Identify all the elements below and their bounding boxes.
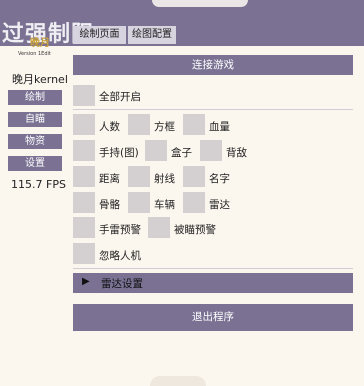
checkbox-distance[interactable] <box>73 166 95 187</box>
checkbox-skeleton[interactable] <box>73 192 95 213</box>
label-box: 方框 <box>154 121 175 133</box>
app-logo: 晚月 Version 1Edit <box>18 34 58 62</box>
exit-program-button[interactable]: 退出程序 <box>73 304 353 331</box>
bottom-handle <box>150 376 206 386</box>
label-held-item: 手持(图) <box>99 147 139 159</box>
label-vehicle: 车辆 <box>154 199 175 211</box>
checkbox-back[interactable] <box>200 140 222 161</box>
checkbox-held-item[interactable] <box>73 140 95 161</box>
checkbox-box[interactable] <box>128 114 150 135</box>
app-title: 晚月kernel <box>12 73 68 86</box>
checkbox-person-count[interactable] <box>73 114 95 135</box>
sidebar-item-draw[interactable]: 绘制 <box>8 90 62 105</box>
sidebar-item-aimbot[interactable]: 自瞄 <box>8 112 62 127</box>
label-grenade-warning: 手雷预警 <box>99 224 141 236</box>
label-ignore-bots: 忽略人机 <box>99 250 141 262</box>
label-ray: 射线 <box>154 173 175 185</box>
checkbox-name[interactable] <box>183 166 205 187</box>
connect-game-button[interactable]: 连接游戏 <box>73 55 353 75</box>
tab-draw-config[interactable]: 绘图配置 <box>128 26 176 44</box>
radar-settings-collapsible[interactable]: ▶ 雷达设置 <box>73 273 353 293</box>
expand-arrow-icon: ▶ <box>82 276 90 287</box>
checkbox-ignore-bots[interactable] <box>73 243 95 264</box>
radar-settings-label: 雷达设置 <box>101 278 143 290</box>
window-drag-handle[interactable] <box>152 0 248 7</box>
checkbox-radar[interactable] <box>183 192 205 213</box>
checkbox-ray[interactable] <box>128 166 150 187</box>
label-person-count: 人数 <box>99 121 120 133</box>
label-back: 背敌 <box>226 147 247 159</box>
checkbox-grenade-warning[interactable] <box>73 217 95 238</box>
fps-counter: 115.7 FPS <box>11 178 66 191</box>
sidebar-item-settings[interactable]: 设置 <box>8 156 62 171</box>
label-all-on: 全部开启 <box>99 91 141 103</box>
logo-text: 晚月 <box>30 38 50 49</box>
sidebar-item-items[interactable]: 物资 <box>8 134 62 149</box>
checkbox-all-on[interactable] <box>73 85 95 106</box>
label-crate: 盒子 <box>171 147 192 159</box>
label-health: 血量 <box>209 121 230 133</box>
divider <box>73 268 353 269</box>
checkbox-crate[interactable] <box>145 140 167 161</box>
checkbox-aimed-warning[interactable] <box>148 217 170 238</box>
label-aimed-warning: 被瞄预警 <box>174 224 216 236</box>
logo-version: Version 1Edit <box>18 51 51 57</box>
checkbox-health[interactable] <box>183 114 205 135</box>
label-radar: 雷达 <box>209 199 230 211</box>
tab-draw-page[interactable]: 绘制页面 <box>73 26 126 44</box>
checkbox-vehicle[interactable] <box>128 192 150 213</box>
divider <box>73 109 353 110</box>
label-name: 名字 <box>209 173 230 185</box>
label-skeleton: 骨骼 <box>99 199 120 211</box>
label-distance: 距离 <box>99 173 120 185</box>
